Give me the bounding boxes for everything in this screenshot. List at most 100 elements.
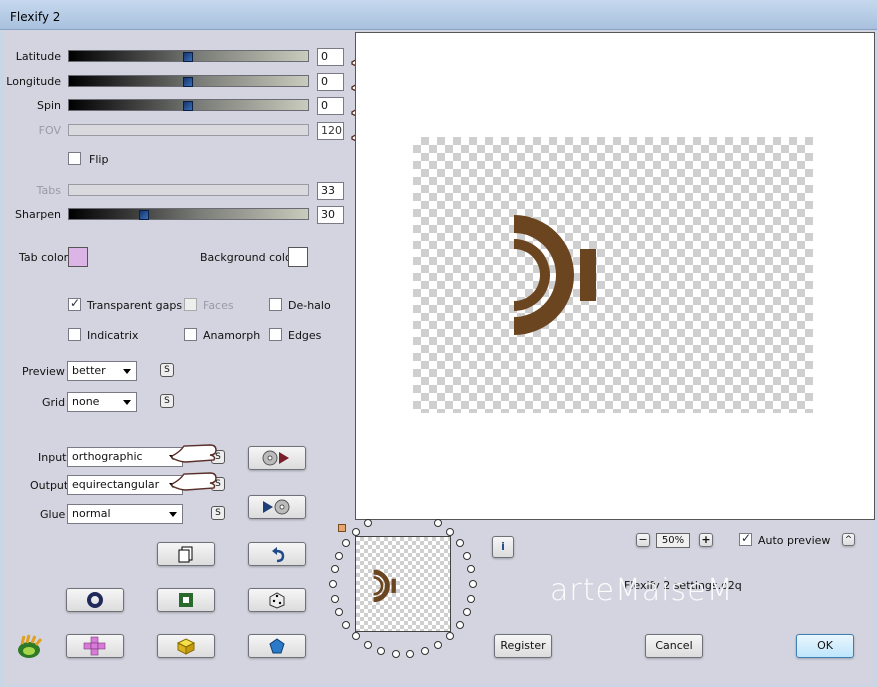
sharpen-slider[interactable] xyxy=(68,208,309,220)
title-bar: Flexify 2 xyxy=(0,0,877,30)
glue-select[interactable]: normal xyxy=(67,504,183,524)
preview-s-button[interactable]: S xyxy=(160,363,174,377)
transparent-gaps-checkbox[interactable] xyxy=(68,296,81,311)
background-color-swatch[interactable] xyxy=(288,247,308,267)
output-select[interactable]: equirectangular xyxy=(67,475,183,495)
fov-slider xyxy=(68,124,309,136)
dialog-panel: Latitude 0 Longitude 0 Spin 0 FOV 120 Fl… xyxy=(4,30,875,685)
spin-dial-dot[interactable] xyxy=(455,621,464,630)
collapse-button[interactable]: ^ xyxy=(842,533,855,546)
latitude-label: Latitude xyxy=(15,50,61,63)
indicatrix-label: Indicatrix xyxy=(87,329,139,342)
spin-dial-dot[interactable] xyxy=(330,594,339,603)
spin-dial-dot[interactable] xyxy=(330,565,339,574)
undo-button[interactable] xyxy=(248,542,306,566)
zoom-out-button[interactable]: − xyxy=(636,533,650,547)
grid-select-value: none xyxy=(72,395,100,408)
tab-color-label: Tab color xyxy=(19,251,69,264)
latitude-slider-thumb[interactable] xyxy=(183,52,193,62)
de-halo-checkbox[interactable] xyxy=(269,298,282,311)
info-button[interactable]: i xyxy=(492,536,514,558)
sharpen-input[interactable]: 30 xyxy=(317,206,344,224)
square-frame-button[interactable] xyxy=(157,588,215,612)
dice-button[interactable] xyxy=(248,588,306,612)
spin-dial-dot[interactable] xyxy=(335,551,344,560)
anamorph-label: Anamorph xyxy=(203,329,261,342)
app-logo-icon[interactable] xyxy=(16,634,44,660)
pentagon-button[interactable] xyxy=(248,634,306,658)
spin-dial-dot[interactable] xyxy=(434,640,442,649)
preview-shape-image xyxy=(514,215,596,335)
spin-slider-thumb[interactable] xyxy=(183,101,193,111)
longitude-slider[interactable] xyxy=(68,75,309,87)
longitude-slider-thumb[interactable] xyxy=(183,77,193,87)
grid-select[interactable]: none xyxy=(67,392,137,412)
preview-select[interactable]: better xyxy=(67,361,137,381)
ok-button[interactable]: OK xyxy=(796,634,854,658)
input-play-button[interactable] xyxy=(248,446,306,470)
auto-preview-checkbox[interactable] xyxy=(739,531,752,546)
edges-checkbox[interactable] xyxy=(269,328,282,341)
output-label: Output xyxy=(30,479,69,492)
grid-s-button[interactable]: S xyxy=(160,394,174,408)
ring-button[interactable] xyxy=(66,588,124,612)
latitude-input[interactable]: 0 xyxy=(317,48,344,66)
spin-dial-dot[interactable] xyxy=(377,646,386,655)
sharpen-slider-thumb[interactable] xyxy=(139,210,149,220)
spin-dial-dot[interactable] xyxy=(335,608,344,617)
spin-dial-dot[interactable] xyxy=(420,646,429,655)
spin-dial-dot[interactable] xyxy=(329,580,337,588)
flip-checkbox[interactable] xyxy=(68,152,81,165)
spin-input[interactable]: 0 xyxy=(317,97,344,115)
spin-dial-dot[interactable] xyxy=(469,580,477,588)
output-play-button[interactable] xyxy=(248,495,306,519)
zoom-in-button[interactable]: + xyxy=(699,533,713,547)
glue-label: Glue xyxy=(40,508,66,521)
flip-label: Flip xyxy=(89,153,109,166)
longitude-input[interactable]: 0 xyxy=(317,73,344,91)
latitude-slider[interactable] xyxy=(68,50,309,62)
spin-dial-dot[interactable] xyxy=(445,632,454,641)
spin-dial-dot[interactable] xyxy=(445,527,454,536)
spin-dial-dot[interactable] xyxy=(406,649,415,658)
spin-dial-dot[interactable] xyxy=(364,519,372,528)
dice-icon xyxy=(269,592,285,609)
spin-dial-dot[interactable] xyxy=(391,649,400,658)
ring-icon xyxy=(87,592,103,608)
spin-dial-dot[interactable] xyxy=(352,527,361,536)
copy-icon xyxy=(178,546,193,563)
spin-slider[interactable] xyxy=(68,99,309,111)
cube-button[interactable] xyxy=(157,634,215,658)
main-preview-canvas[interactable] xyxy=(355,32,875,520)
spin-dial-dot[interactable] xyxy=(462,608,471,617)
glue-s-button[interactable]: S xyxy=(211,506,225,520)
spin-dial-dot[interactable] xyxy=(455,538,464,547)
spin-dial-dot[interactable] xyxy=(467,565,476,574)
window-title: Flexify 2 xyxy=(10,10,61,24)
spin-dial-dot[interactable] xyxy=(364,640,372,649)
register-button[interactable]: Register xyxy=(494,634,552,658)
fov-label: FOV xyxy=(38,124,61,137)
indicatrix-checkbox[interactable] xyxy=(68,328,81,341)
spin-dial-dot[interactable] xyxy=(467,594,476,603)
de-halo-label: De-halo xyxy=(288,299,331,312)
spin-dial-dot[interactable] xyxy=(342,621,351,630)
spin-dial-dot[interactable] xyxy=(434,519,442,528)
tabs-input[interactable]: 33 xyxy=(317,182,344,200)
spin-dial-dot[interactable] xyxy=(342,538,351,547)
undo-icon xyxy=(272,547,285,563)
auto-preview-label: Auto preview xyxy=(758,534,831,547)
navigator-handle[interactable] xyxy=(338,524,346,532)
pentagon-icon xyxy=(269,638,285,654)
spin-dial-dot[interactable] xyxy=(462,551,471,560)
cancel-button[interactable]: Cancel xyxy=(645,634,703,658)
chevron-down-icon xyxy=(169,512,177,517)
copy-button[interactable] xyxy=(157,542,215,566)
spin-dial-dot[interactable] xyxy=(352,632,361,641)
tab-color-swatch[interactable] xyxy=(68,247,88,267)
anamorph-checkbox[interactable] xyxy=(184,328,197,341)
faces-checkbox xyxy=(184,298,197,311)
cross-button[interactable] xyxy=(66,634,124,658)
navigator-thumbnail[interactable] xyxy=(355,536,451,632)
input-select[interactable]: orthographic xyxy=(67,447,183,467)
